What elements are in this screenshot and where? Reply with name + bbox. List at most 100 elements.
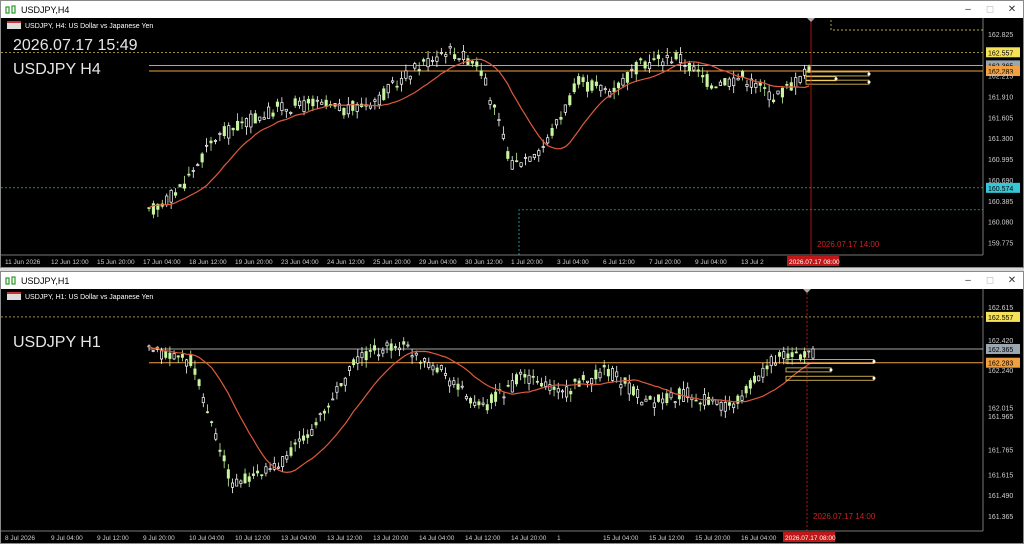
candle xyxy=(201,397,205,404)
candle xyxy=(740,71,745,78)
candle xyxy=(554,119,559,126)
time-axis-label: 9 Jul 04:00 xyxy=(51,535,83,542)
maximize-icon[interactable]: ◻ xyxy=(979,1,1001,18)
candle xyxy=(320,101,324,105)
candle xyxy=(701,75,705,78)
minimize-icon[interactable]: – xyxy=(957,1,979,18)
candle xyxy=(488,100,492,105)
chart-window-h1[interactable]: USDJPY,H1 – ◻ ✕ 162.615 162.557 162.420 162… xyxy=(0,271,1024,544)
price-axis-label: 159.775 xyxy=(988,240,1013,247)
candle xyxy=(778,352,782,357)
candle xyxy=(723,78,727,86)
candle xyxy=(546,137,550,144)
chart-window-h4[interactable]: USDJPY,H4 – ◻ ✕ 162.825162.557162.365162… xyxy=(0,0,1024,268)
candle xyxy=(377,354,381,357)
candle xyxy=(231,127,235,131)
candle xyxy=(723,402,727,412)
candle xyxy=(510,160,514,170)
candle xyxy=(315,99,319,102)
candle xyxy=(715,399,719,405)
candle xyxy=(506,384,510,387)
candle xyxy=(811,348,815,359)
flag-icon xyxy=(7,292,21,294)
candle xyxy=(674,52,678,60)
candle xyxy=(515,374,518,385)
candle xyxy=(160,349,164,360)
candle xyxy=(727,78,731,87)
candle xyxy=(594,369,598,380)
candle xyxy=(253,113,257,124)
title-bar[interactable]: USDJPY,H1 – ◻ ✕ xyxy=(1,272,1023,289)
time-axis-label: 14 Jul 12:00 xyxy=(465,535,501,542)
candle xyxy=(669,392,673,399)
candle xyxy=(772,99,776,103)
candle xyxy=(501,133,505,139)
candle xyxy=(714,86,718,89)
chart-header: USDJPY, H4: US Dollar vs Japanese Yen xyxy=(25,23,153,30)
candle xyxy=(404,70,408,79)
candle xyxy=(342,107,346,116)
candle xyxy=(289,447,293,456)
price-chart[interactable]: 162.615 162.557 162.420 162.365 162.283162.2… xyxy=(1,289,1023,543)
candle xyxy=(619,384,623,389)
candle xyxy=(692,66,696,71)
candle xyxy=(395,85,399,88)
candle xyxy=(754,82,758,88)
candle xyxy=(506,151,510,159)
price-chart[interactable]: 162.825162.557162.365162.283162.215161.9… xyxy=(1,18,1023,267)
candle xyxy=(611,368,615,381)
candle xyxy=(214,433,218,440)
candle xyxy=(773,362,777,366)
title-bar[interactable]: USDJPY,H4 – ◻ ✕ xyxy=(1,1,1023,18)
candle xyxy=(302,100,306,112)
candle xyxy=(707,397,711,405)
candle xyxy=(528,156,532,162)
candle xyxy=(276,466,280,469)
candle xyxy=(414,352,418,356)
price-axis-label: 161.490 xyxy=(988,493,1013,500)
candle xyxy=(452,380,456,386)
candle xyxy=(302,435,306,441)
candle xyxy=(621,77,625,86)
candle xyxy=(602,365,606,368)
candle xyxy=(537,150,541,156)
close-icon[interactable]: ✕ xyxy=(1001,1,1023,18)
time-axis-label: 13 Jul 04:00 xyxy=(281,535,317,542)
candle xyxy=(169,190,173,203)
candle xyxy=(552,386,556,390)
price-axis-label: 162.557 xyxy=(988,50,1013,57)
candle xyxy=(427,362,431,368)
maximize-icon[interactable]: ◻ xyxy=(979,272,1001,289)
candle xyxy=(661,398,665,404)
time-axis-label: 10 Jul 12:00 xyxy=(235,535,271,542)
candle xyxy=(196,164,200,166)
price-axis-label: 161.765 xyxy=(988,447,1013,454)
candle xyxy=(560,390,564,393)
candle xyxy=(258,116,262,121)
order-handle xyxy=(867,72,871,76)
order-handle xyxy=(829,368,833,372)
candle xyxy=(581,77,585,83)
candle xyxy=(381,349,385,354)
minimize-icon[interactable]: – xyxy=(957,272,979,289)
candle xyxy=(599,84,603,92)
chart-window-icon xyxy=(5,4,16,14)
candle xyxy=(197,379,201,387)
candle xyxy=(227,125,231,139)
candle xyxy=(368,105,373,109)
candle xyxy=(612,87,616,92)
candle xyxy=(289,112,293,114)
candle xyxy=(423,357,427,362)
candle xyxy=(477,401,481,406)
close-icon[interactable]: ✕ xyxy=(1001,272,1023,289)
candle xyxy=(647,62,652,70)
candle xyxy=(523,157,528,159)
candle xyxy=(698,402,702,405)
candle xyxy=(732,403,736,409)
candle xyxy=(585,81,590,92)
candle xyxy=(786,353,790,359)
overlay-datetime: 2026.07.17 15:49 xyxy=(13,37,138,54)
chart-background xyxy=(1,289,1023,543)
candle xyxy=(251,473,255,476)
price-axis-label: 161.365 xyxy=(988,514,1013,521)
